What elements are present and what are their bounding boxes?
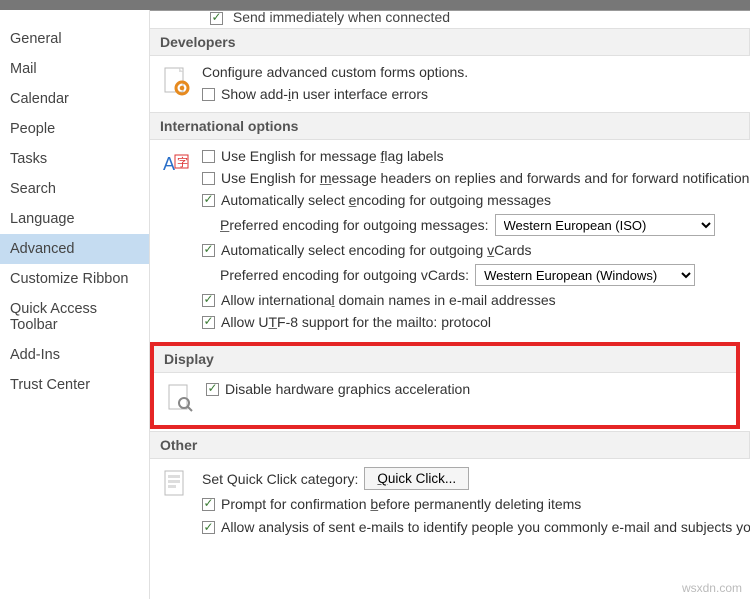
- checkbox-allow-analysis[interactable]: [202, 521, 215, 534]
- checkbox-auto-vcard[interactable]: [202, 244, 215, 257]
- forms-text: Configure advanced custom forms options.: [202, 64, 468, 80]
- titlebar: [0, 0, 750, 10]
- svg-text:A: A: [163, 154, 175, 174]
- label-flag: Use English for message flag labels: [221, 148, 444, 164]
- label-pref-out: Preferred encoding for outgoing messages…: [220, 217, 489, 233]
- label-prompt-delete: Prompt for confirmation before permanent…: [221, 496, 581, 512]
- sidebar-item-trust-center[interactable]: Trust Center: [0, 370, 149, 400]
- other-icon: [160, 469, 192, 501]
- checkbox-send-immediately[interactable]: [210, 12, 223, 25]
- sidebar-item-mail[interactable]: Mail: [0, 54, 149, 84]
- sidebar-item-language[interactable]: Language: [0, 204, 149, 234]
- display-highlight-box: Display Disable hardware graphics accele…: [150, 342, 740, 429]
- checkbox-disable-hw-accel[interactable]: [206, 383, 219, 396]
- content-pane: Send immediately when connected Develope…: [150, 10, 750, 599]
- label-show-addin: Show add-in user interface errors: [221, 86, 428, 102]
- sidebar-item-people[interactable]: People: [0, 114, 149, 144]
- label-headers: Use English for message headers on repli…: [221, 170, 749, 186]
- checkbox-prompt-delete[interactable]: [202, 498, 215, 511]
- sidebar-item-customize-ribbon[interactable]: Customize Ribbon: [0, 264, 149, 294]
- label-auto-vcard: Automatically select encoding for outgoi…: [221, 242, 532, 258]
- quick-click-button[interactable]: Quick Click...: [364, 467, 469, 490]
- label-utf8: Allow UTF-8 support for the mailto: prot…: [221, 314, 491, 330]
- sidebar-item-general[interactable]: General: [0, 24, 149, 54]
- label-allow-analysis: Allow analysis of sent e-mails to identi…: [221, 518, 750, 537]
- select-pref-out[interactable]: Western European (ISO): [495, 214, 715, 236]
- sidebar-item-tasks[interactable]: Tasks: [0, 144, 149, 174]
- section-header-international: International options: [150, 112, 750, 140]
- checkbox-show-addin[interactable]: [202, 88, 215, 101]
- sidebar-item-add-ins[interactable]: Add-Ins: [0, 340, 149, 370]
- international-icon: A字: [160, 150, 192, 182]
- checkbox-headers[interactable]: [202, 172, 215, 185]
- section-header-display: Display: [154, 346, 736, 373]
- label-send-immediately: Send immediately when connected: [233, 10, 450, 25]
- label-pref-vcard: Preferred encoding for outgoing vCards:: [220, 267, 469, 283]
- checkbox-auto-out[interactable]: [202, 194, 215, 207]
- top-cut-row: Send immediately when connected: [150, 10, 750, 28]
- sidebar: GeneralMailCalendarPeopleTasksSearchLang…: [0, 10, 150, 599]
- checkbox-flag-labels[interactable]: [202, 150, 215, 163]
- sidebar-item-calendar[interactable]: Calendar: [0, 84, 149, 114]
- watermark: wsxdn.com: [682, 581, 742, 595]
- sidebar-item-search[interactable]: Search: [0, 174, 149, 204]
- label-quick-click: Set Quick Click category:: [202, 471, 358, 487]
- select-pref-vcard[interactable]: Western European (Windows): [475, 264, 695, 286]
- sidebar-item-advanced[interactable]: Advanced: [0, 234, 149, 264]
- section-header-other: Other: [150, 431, 750, 459]
- forms-icon: [160, 66, 192, 98]
- checkbox-utf8[interactable]: [202, 316, 215, 329]
- label-disable-hw-accel: Disable hardware graphics acceleration: [225, 381, 470, 397]
- label-auto-out: Automatically select encoding for outgoi…: [221, 192, 551, 208]
- display-icon: [164, 383, 196, 415]
- sidebar-item-quick-access-toolbar[interactable]: Quick Access Toolbar: [0, 294, 149, 340]
- svg-text:字: 字: [177, 155, 188, 169]
- label-intl-domain: Allow international domain names in e-ma…: [221, 292, 556, 308]
- checkbox-intl-domain[interactable]: [202, 294, 215, 307]
- section-header-developers: Developers: [150, 28, 750, 56]
